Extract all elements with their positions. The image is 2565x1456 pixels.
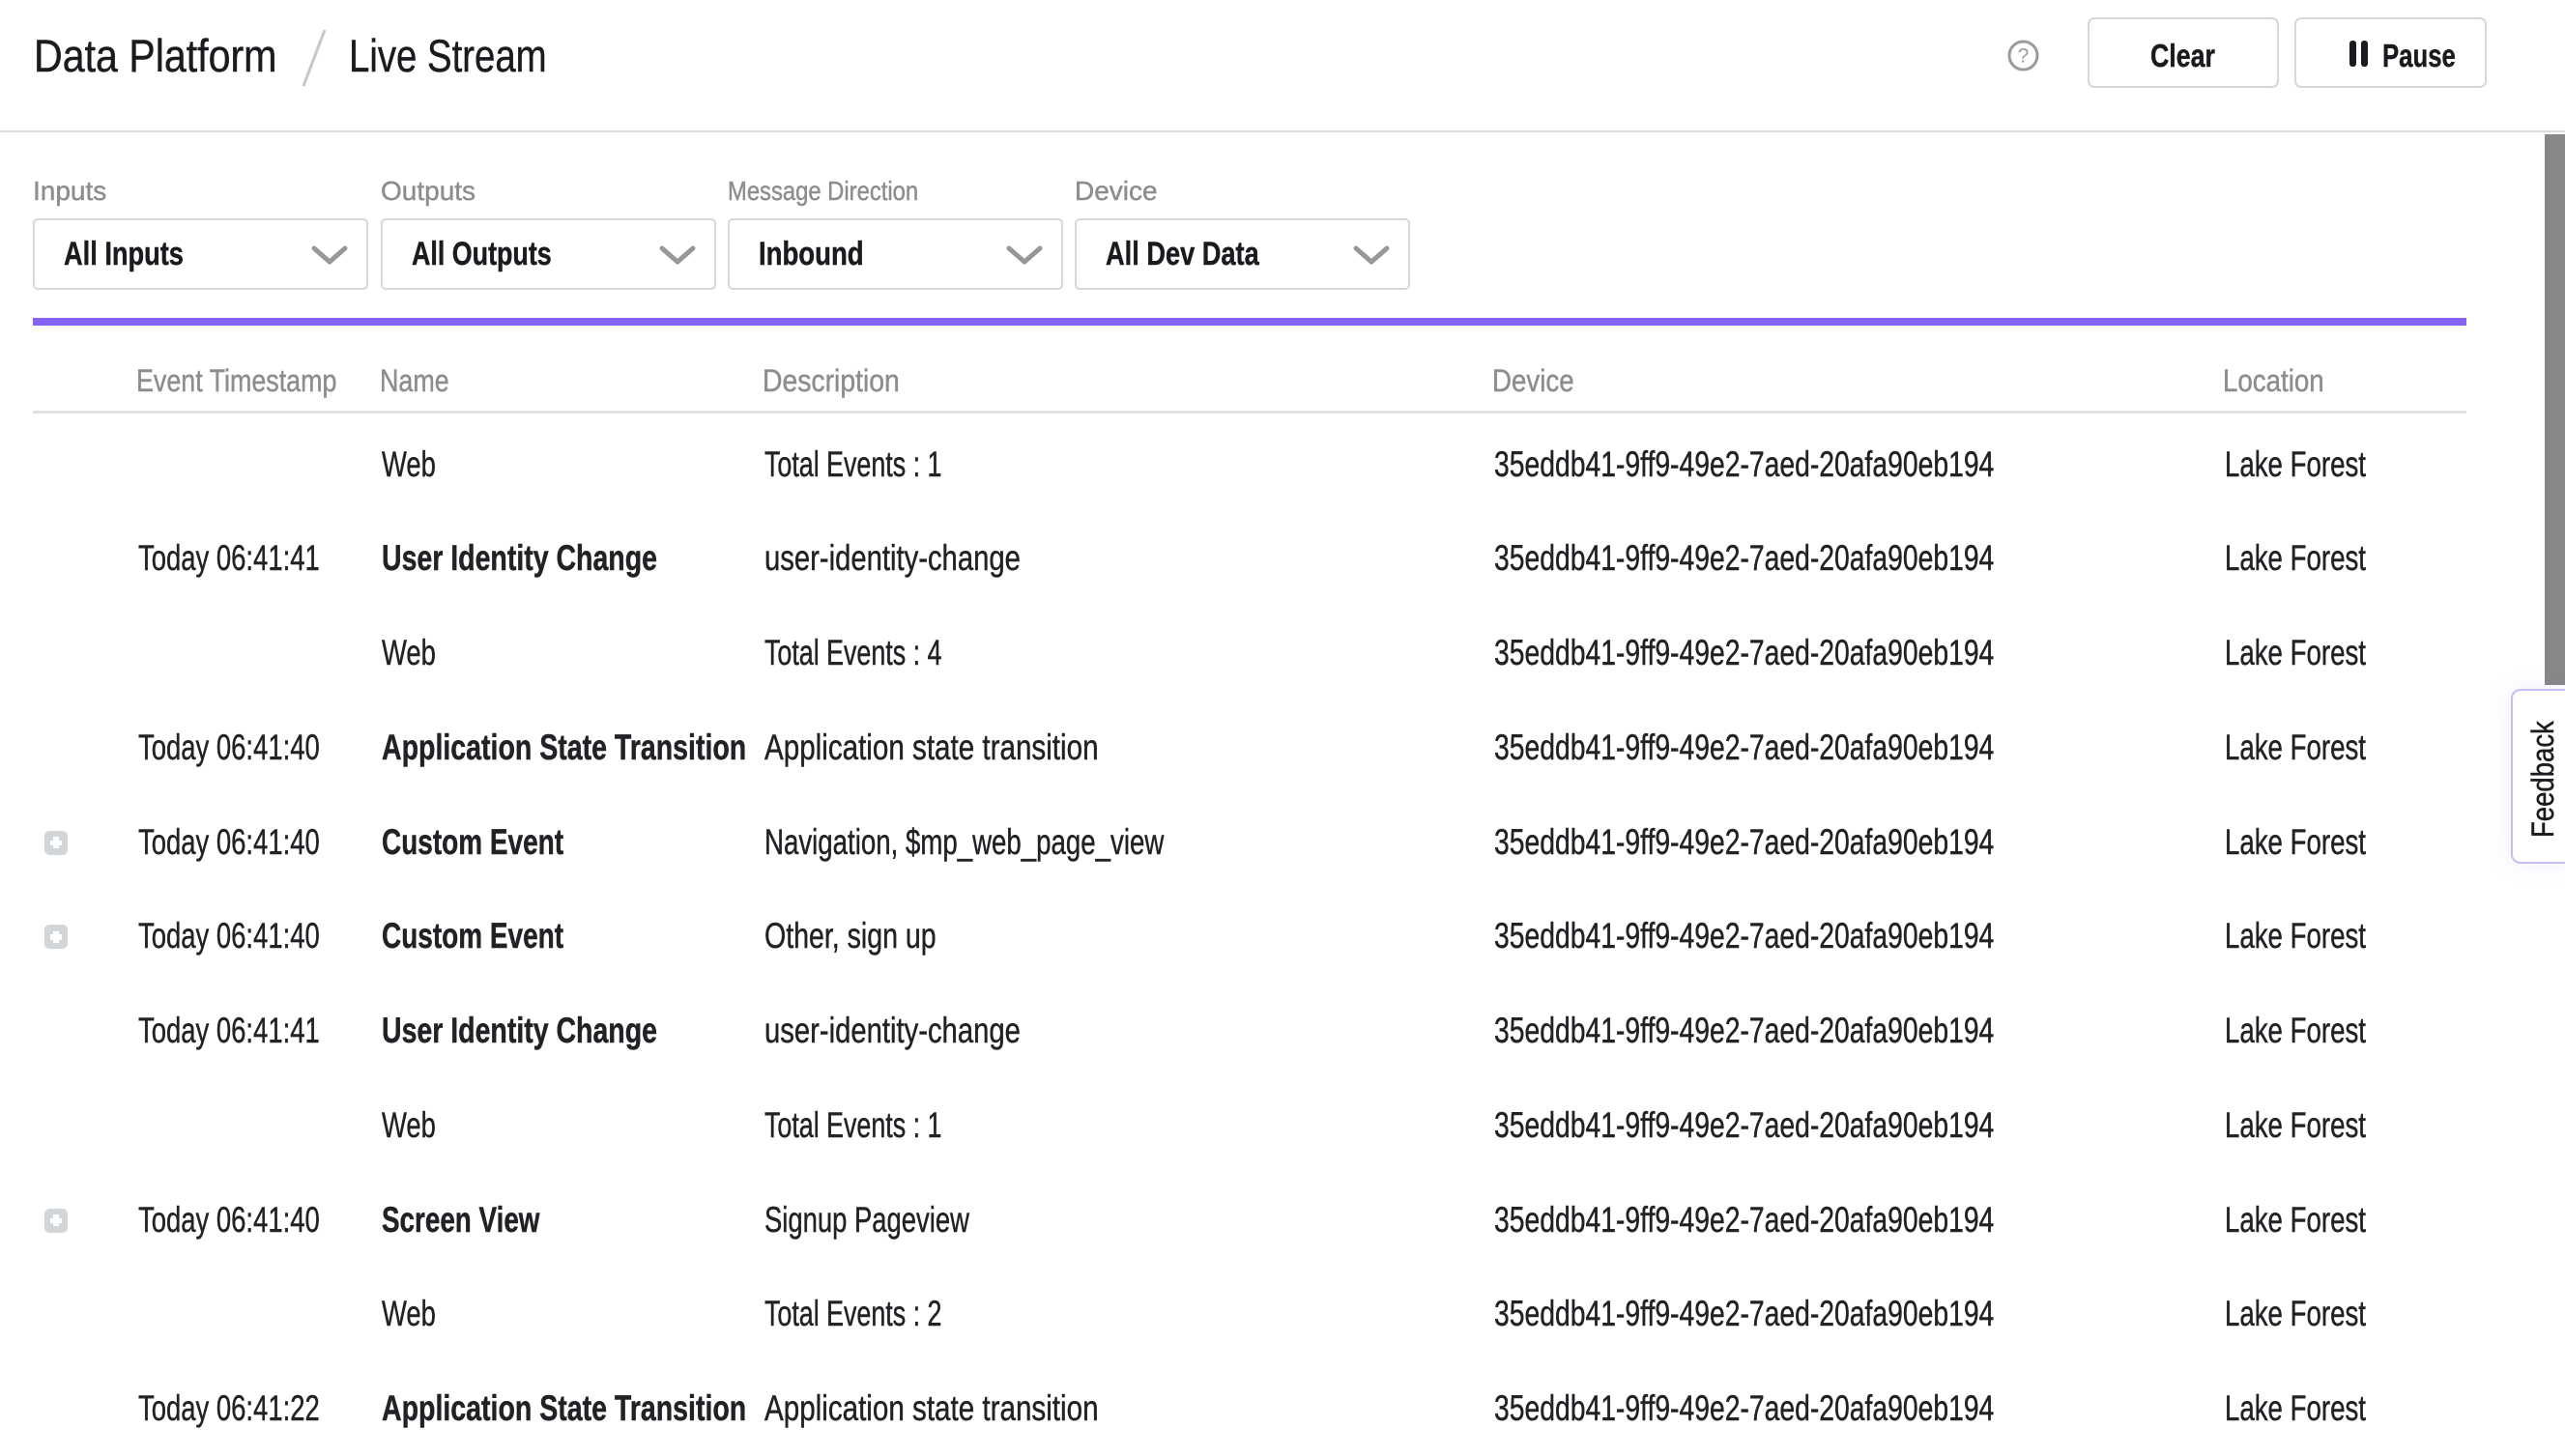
- svg-text:?: ?: [2018, 45, 2030, 68]
